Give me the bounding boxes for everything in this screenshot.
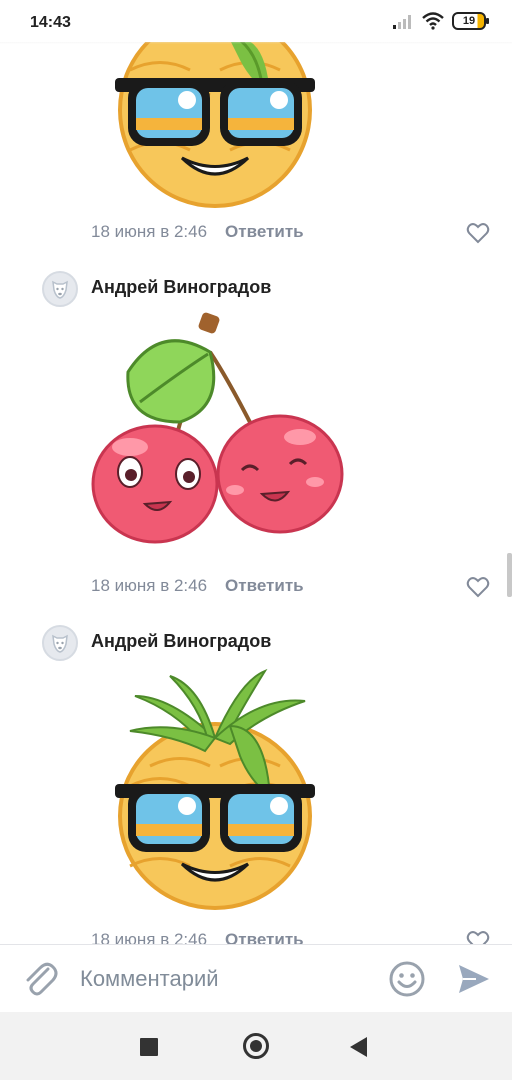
comment-meta: 18 июня в 2:46 Ответить [91,222,304,242]
battery-icon: 19 [452,12,489,30]
status-bar: 14:43 19 [0,0,512,42]
comment-meta: 18 июня в 2:46 Ответить [91,930,304,944]
signal-icon [393,15,411,29]
system-nav-bar [0,1012,512,1080]
battery-level: 19 [462,15,476,27]
smiley-icon[interactable] [388,960,426,998]
author-name[interactable]: Андрей Виноградов [91,277,271,298]
reply-link[interactable]: Ответить [225,576,304,596]
heart-icon[interactable] [466,930,490,944]
scroll-indicator[interactable] [507,553,512,597]
paperclip-icon[interactable] [22,959,58,999]
reply-link[interactable]: Ответить [225,222,304,242]
comment-input[interactable] [80,961,370,997]
status-time: 14:43 [30,14,71,31]
recent-apps-icon[interactable] [140,1038,158,1056]
reply-link[interactable]: Ответить [225,930,304,944]
send-icon[interactable] [456,961,492,997]
back-icon[interactable] [350,1037,367,1057]
avatar[interactable] [42,271,78,307]
comment-time: 18 июня в 2:46 [91,930,208,944]
pineapple-sunglasses-sticker[interactable] [90,666,340,916]
dog-avatar-icon [52,280,68,299]
cherries-sticker[interactable] [90,312,350,562]
heart-icon[interactable] [466,222,490,244]
status-icons: 19 [392,12,489,30]
comment-time: 18 июня в 2:46 [91,576,208,595]
heart-icon[interactable] [466,576,490,598]
dog-avatar-icon [52,634,68,653]
comment-composer [0,944,512,1012]
comment-feed[interactable]: 18 июня в 2:46 Ответить Андрей Виноградо… [0,0,512,944]
author-name[interactable]: Андрей Виноградов [91,631,271,652]
wifi-icon [422,12,444,30]
home-icon[interactable] [243,1033,269,1059]
comment-time: 18 июня в 2:46 [91,222,208,241]
avatar[interactable] [42,625,78,661]
comment-meta: 18 июня в 2:46 Ответить [91,576,304,596]
